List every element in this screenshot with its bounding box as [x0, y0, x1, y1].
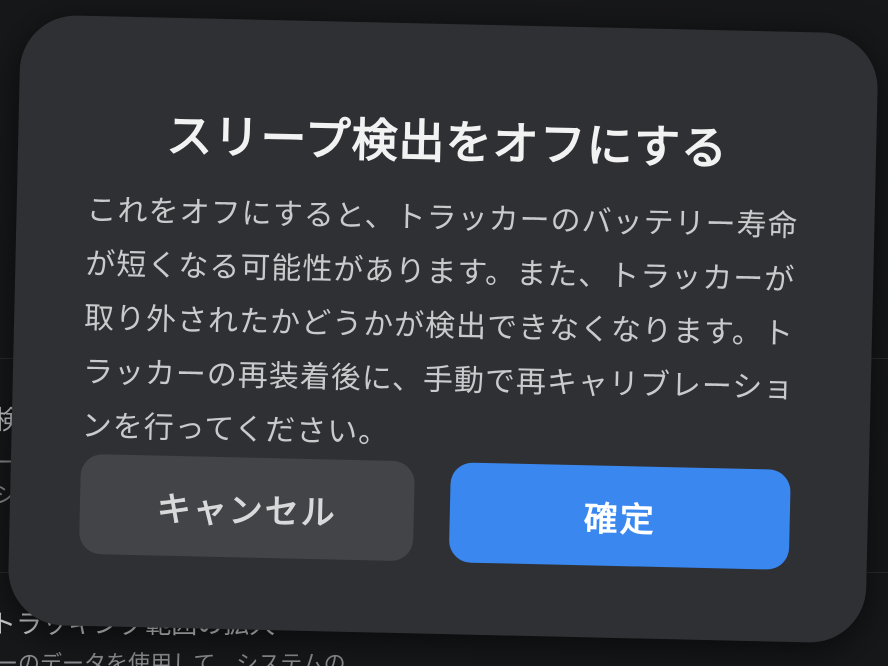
cancel-button[interactable]: キャンセル: [78, 453, 415, 562]
dialog-title: スリープ検出をオフにする: [165, 108, 729, 176]
confirm-button[interactable]: 確定: [448, 462, 791, 570]
dialog-message: これをオフにすると、トラッカーのバッテリー寿命が短くなる可能性があります。また、…: [81, 192, 799, 451]
sleep-detection-dialog: スリープ検出をオフにする これをオフにすると、トラッカーのバッテリー寿命が短くな…: [7, 14, 879, 644]
background-item-tracking-range-sub: ーのデータを使用して、システムの: [0, 652, 346, 666]
screen: 検出 ー シ トラッキング範囲の拡大 ーのデータを使用して、システムの スリープ…: [0, 0, 888, 666]
